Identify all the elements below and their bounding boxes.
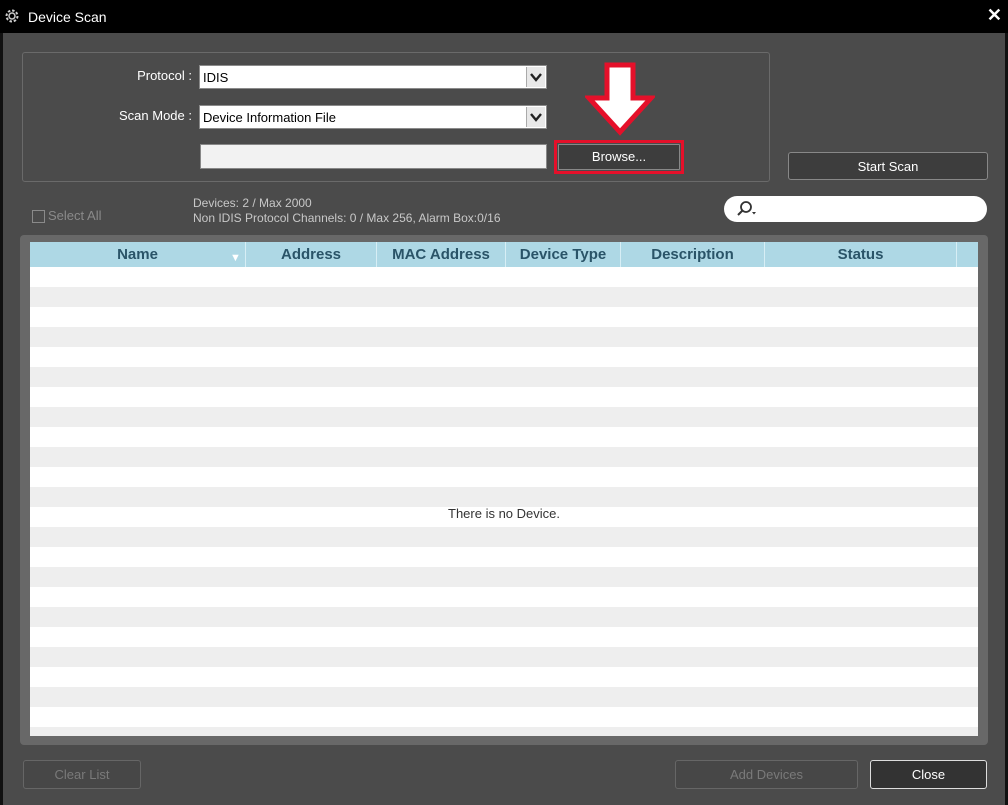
- column-header-status[interactable]: Status: [765, 242, 957, 267]
- column-header-description[interactable]: Description: [621, 242, 765, 267]
- empty-table-message: There is no Device.: [448, 506, 560, 521]
- column-header-name[interactable]: Name ▼: [30, 242, 246, 267]
- add-devices-button[interactable]: Add Devices: [675, 760, 858, 789]
- search-icon: [737, 201, 756, 216]
- title-bar: Device Scan ✕: [0, 0, 1008, 33]
- checkbox-box[interactable]: [32, 210, 45, 223]
- clear-list-button[interactable]: Clear List: [23, 760, 141, 789]
- down-arrow-annotation-icon: [585, 62, 655, 136]
- chevron-down-icon[interactable]: [526, 67, 545, 87]
- scan-mode-value: Device Information File: [203, 110, 336, 125]
- scan-mode-select[interactable]: Device Information File: [199, 105, 547, 129]
- close-icon[interactable]: ✕: [987, 5, 1002, 25]
- window-title: Device Scan: [28, 9, 107, 25]
- start-scan-button[interactable]: Start Scan: [788, 152, 988, 180]
- protocol-select[interactable]: IDIS: [199, 65, 547, 89]
- table-body[interactable]: There is no Device.: [30, 267, 978, 736]
- column-header-mac-address[interactable]: MAC Address: [377, 242, 506, 267]
- devices-count-text: Devices: 2 / Max 2000: [193, 196, 312, 210]
- search-input[interactable]: [724, 196, 987, 222]
- file-path-input[interactable]: [200, 144, 547, 169]
- scan-mode-label: Scan Mode :: [119, 108, 192, 123]
- protocol-label: Protocol :: [137, 68, 192, 83]
- close-button[interactable]: Close: [870, 760, 987, 789]
- browse-button[interactable]: Browse...: [558, 144, 680, 170]
- window-frame-left: [0, 33, 3, 805]
- column-header-device-type[interactable]: Device Type: [506, 242, 621, 267]
- protocol-value: IDIS: [203, 70, 229, 85]
- gear-icon: [5, 9, 19, 23]
- channels-count-text: Non IDIS Protocol Channels: 0 / Max 256,…: [193, 211, 501, 225]
- column-header-address[interactable]: Address: [246, 242, 377, 267]
- device-table: Name ▼ Address MAC Address Device Type D…: [30, 242, 978, 736]
- select-all-label: Select All: [48, 208, 102, 223]
- device-count-info: Devices: 2 / Max 2000 Non IDIS Protocol …: [193, 196, 501, 226]
- table-header: Name ▼ Address MAC Address Device Type D…: [30, 242, 978, 267]
- select-all-checkbox[interactable]: Select All: [32, 208, 101, 223]
- chevron-down-icon[interactable]: [526, 107, 545, 127]
